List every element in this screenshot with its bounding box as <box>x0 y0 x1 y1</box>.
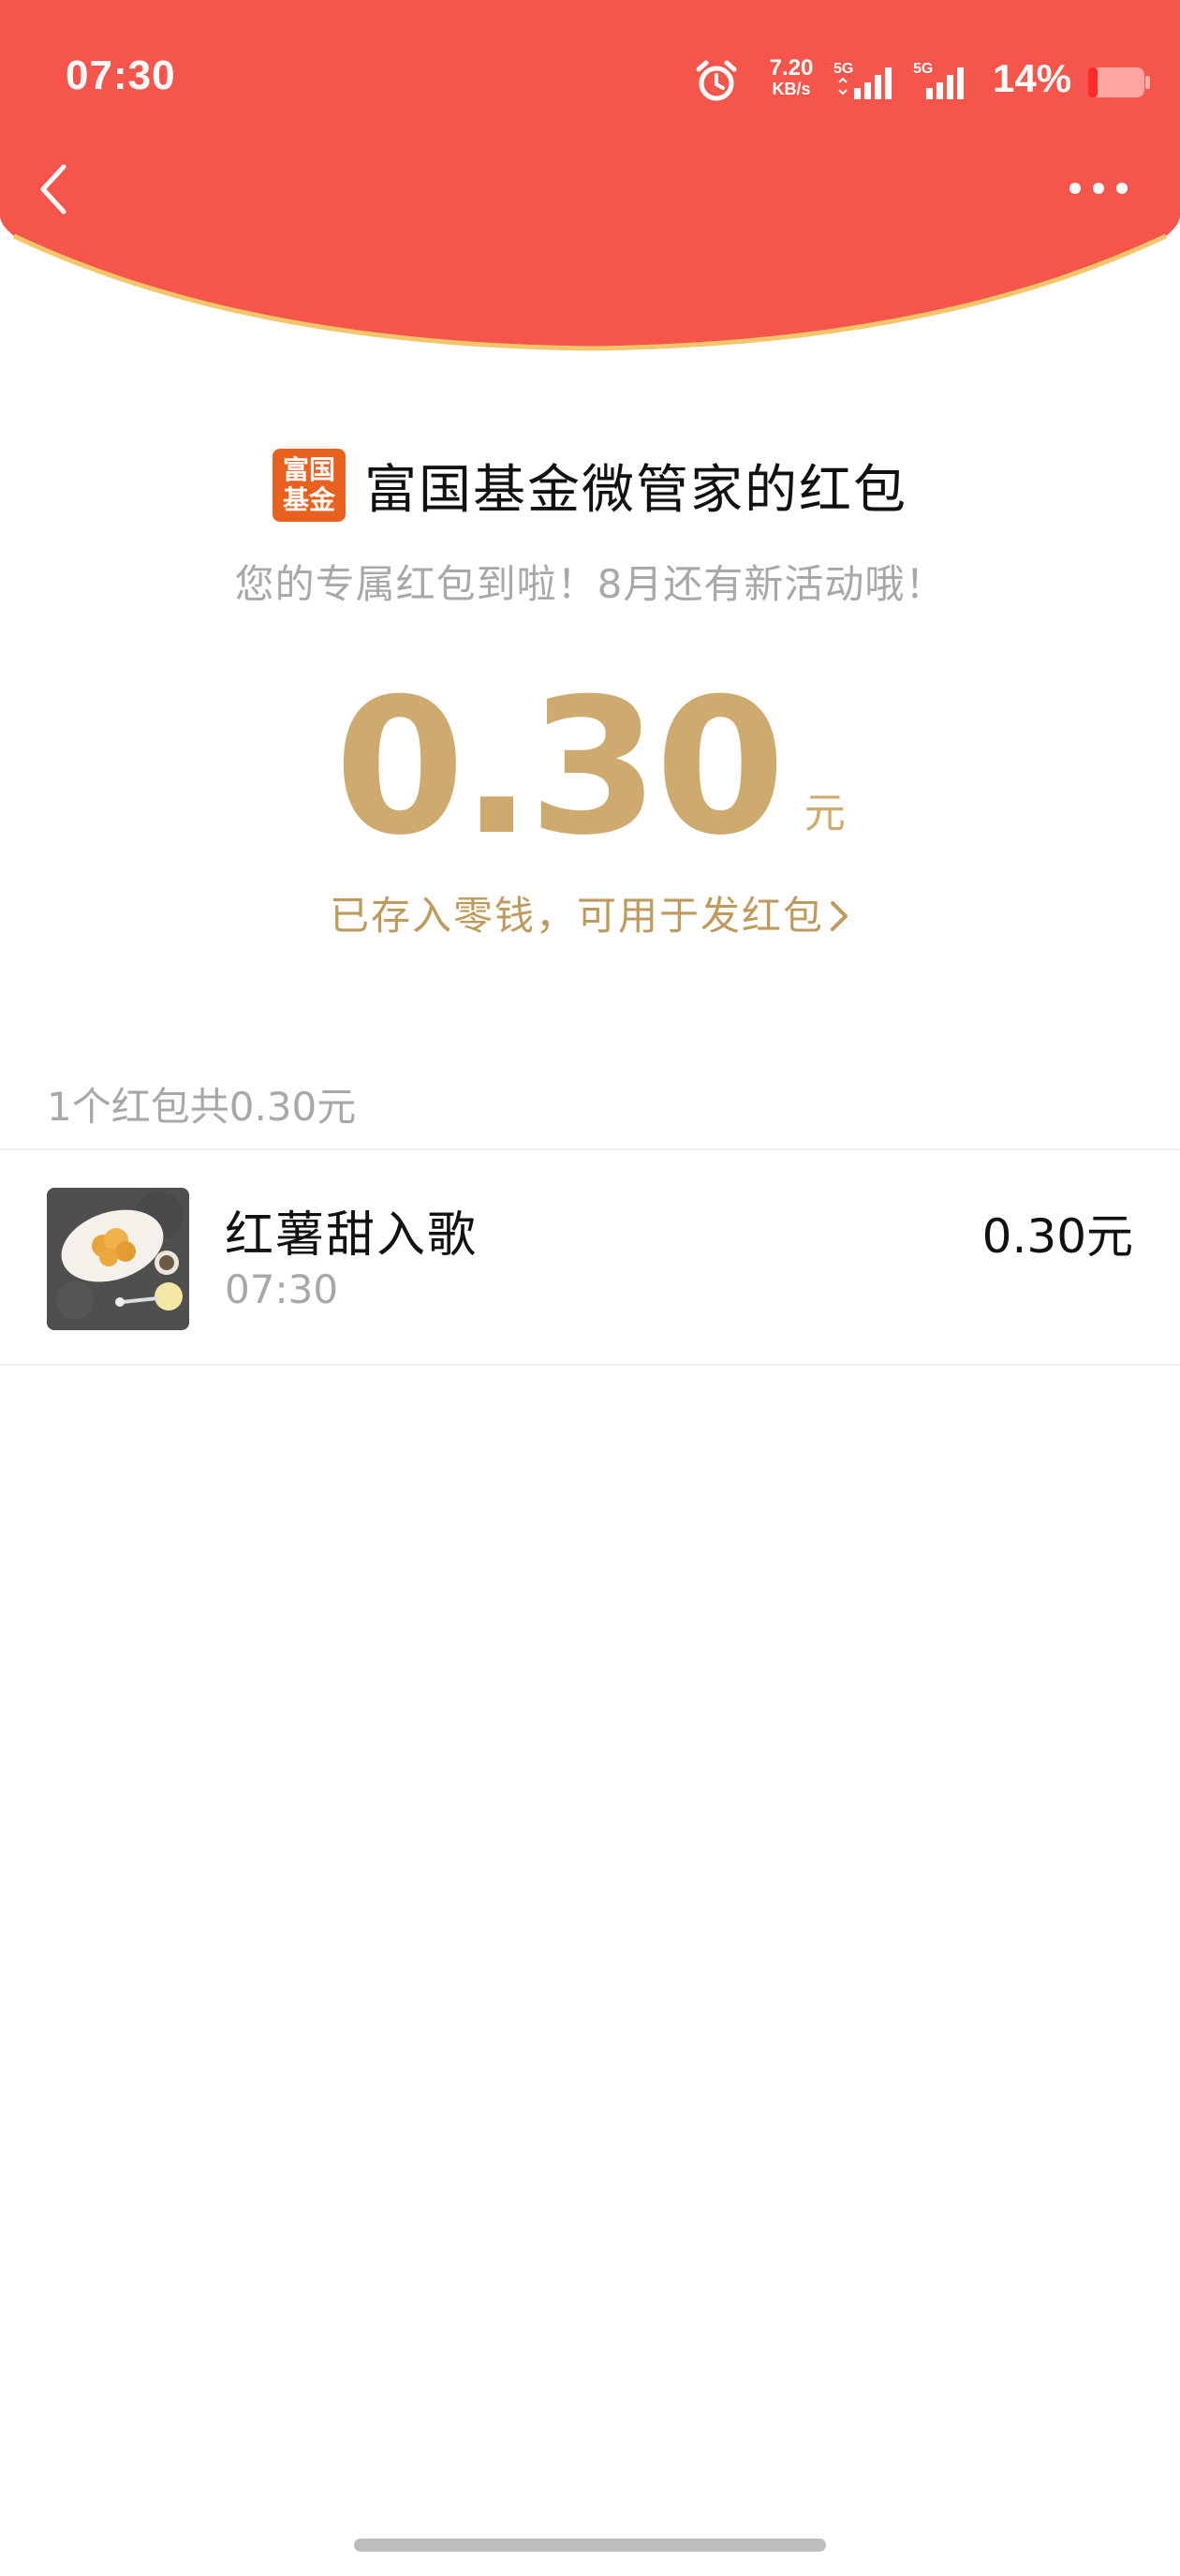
record-amount: 0.30元 <box>981 1209 1133 1264</box>
signal-icon: 5G <box>833 61 892 99</box>
sender-logo: 富国 基金 <box>273 449 346 522</box>
back-arrow-icon[interactable] <box>34 161 75 217</box>
record-name: 红薯甜入歌 <box>225 1207 479 1264</box>
packet-subtitle: 您的专属红包到啦！8月还有新活动哦！ <box>234 561 946 607</box>
chevron-right-icon <box>831 901 848 931</box>
packet-title-row: 富国 基金 富国基金微管家的红包 <box>0 448 1180 523</box>
deposit-note-text: 已存入零钱，可用于发红包 <box>329 893 824 939</box>
home-indicator[interactable] <box>354 2539 826 2552</box>
svg-text:5G: 5G <box>833 61 853 77</box>
signal-icon-2: 5G <box>913 61 964 99</box>
net-speed: 7.20 KB/s <box>769 55 814 99</box>
deposit-link[interactable]: 已存入零钱，可用于发红包 <box>0 884 1180 941</box>
avatar <box>47 1188 189 1330</box>
status-time: 07:30 <box>66 52 176 98</box>
packet-summary: 1个红包共0.30元 <box>47 1084 357 1130</box>
more-options-icon[interactable] <box>1066 176 1131 200</box>
alarm-icon <box>696 60 737 101</box>
battery-percent: 14% <box>993 56 1072 100</box>
amount-unit: 元 <box>804 790 846 837</box>
record-time: 07:30 <box>225 1266 339 1312</box>
battery-icon <box>1088 67 1150 97</box>
divider <box>0 1364 1180 1366</box>
svg-text:5G: 5G <box>913 61 933 77</box>
packet-title: 富国基金微管家的红包 <box>364 459 907 521</box>
amount-row: 0.30 元 <box>0 674 1180 862</box>
list-item[interactable]: 红薯甜入歌 07:30 0.30元 <box>0 1150 1180 1364</box>
received-amount: 0.30 <box>334 659 785 877</box>
status-bar: 07:30 7.20 KB/s 5G 5G 14% <box>0 0 1180 159</box>
